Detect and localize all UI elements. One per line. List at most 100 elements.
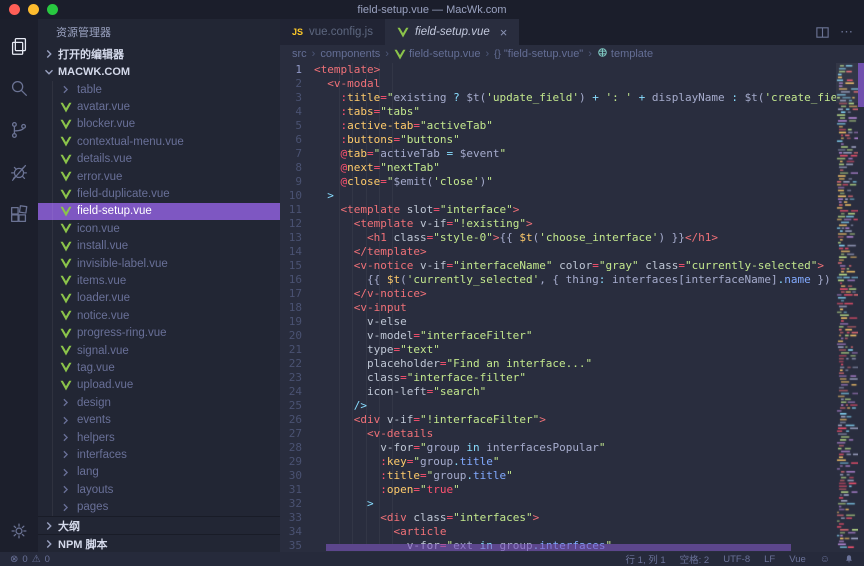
- code-line[interactable]: 8 @next="nextTab": [280, 161, 836, 175]
- problems-indicator[interactable]: ⊗ 0 ⚠ 0: [10, 554, 50, 565]
- code-line[interactable]: 7 @tab="activeTab = $event": [280, 147, 836, 161]
- tree-item-error-vue[interactable]: error.vue: [38, 168, 280, 185]
- code-line[interactable]: 16 {{ $t('currently_selected', { thing: …: [280, 273, 836, 287]
- debug-icon[interactable]: [0, 151, 38, 193]
- code-line[interactable]: 21 type="text": [280, 343, 836, 357]
- extensions-icon[interactable]: [0, 193, 38, 235]
- tree-item-icon-vue[interactable]: icon.vue: [38, 220, 280, 237]
- tree-item-loader-vue[interactable]: loader.vue: [38, 290, 280, 307]
- breadcrumb-item[interactable]: {}"field-setup.vue": [494, 48, 583, 60]
- tree-item-table[interactable]: table: [38, 81, 280, 98]
- tree-item-install-vue[interactable]: install.vue: [38, 238, 280, 255]
- tree-item-blocker-vue[interactable]: blocker.vue: [38, 116, 280, 133]
- line-number: 32: [280, 497, 314, 511]
- tree-item-avatar-vue[interactable]: avatar.vue: [38, 98, 280, 115]
- source-control-icon[interactable]: [0, 109, 38, 151]
- status-indentation[interactable]: 空格: 2: [680, 552, 710, 566]
- code-editor[interactable]: 1<template>2 <v-modal3 :title="existing …: [280, 63, 864, 552]
- chevron-right-icon: [59, 483, 72, 496]
- braces-icon: {}: [494, 49, 501, 60]
- code-line[interactable]: 17 </v-notice>: [280, 287, 836, 301]
- status-cursor-position[interactable]: 行 1, 列 1: [626, 552, 666, 566]
- code-line[interactable]: 28 v-for="group in interfacesPopular": [280, 441, 836, 455]
- tab-field-setup-vue[interactable]: field-setup.vue ×: [385, 19, 519, 45]
- minimap[interactable]: [836, 63, 858, 552]
- breadcrumb-item[interactable]: field-setup.vue: [394, 48, 481, 60]
- code-line[interactable]: 6 :buttons="buttons": [280, 133, 836, 147]
- tree-item-field-setup-vue[interactable]: field-setup.vue: [38, 203, 280, 220]
- explorer-icon[interactable]: [0, 25, 38, 67]
- code-line[interactable]: 32 >: [280, 497, 836, 511]
- status-encoding[interactable]: UTF-8: [723, 554, 750, 565]
- tree-item-tag-vue[interactable]: tag.vue: [38, 359, 280, 376]
- vue-icon: [60, 380, 72, 391]
- code-line[interactable]: 19 v-else: [280, 315, 836, 329]
- error-count: 0: [22, 554, 27, 565]
- tree-item-lang[interactable]: lang: [38, 464, 280, 481]
- tree-item-field-duplicate-vue[interactable]: field-duplicate.vue: [38, 185, 280, 202]
- code-line[interactable]: 11 <template slot="interface">: [280, 203, 836, 217]
- code-line[interactable]: 30 :title="group.title": [280, 469, 836, 483]
- code-line[interactable]: 5 :active-tab="activeTab": [280, 119, 836, 133]
- vertical-scrollbar[interactable]: [858, 63, 864, 107]
- npm-scripts-section[interactable]: NPM 脚本: [38, 534, 280, 552]
- code-line[interactable]: 26 <div v-if="!interfaceFilter">: [280, 413, 836, 427]
- code-line[interactable]: 22 placeholder="Find an interface...": [280, 357, 836, 371]
- code-line[interactable]: 13 <h1 class="style-0">{{ $t('choose_int…: [280, 231, 836, 245]
- code-line[interactable]: 25 />: [280, 399, 836, 413]
- breadcrumb-item[interactable]: components: [320, 48, 380, 60]
- tree-item-interfaces[interactable]: interfaces: [38, 446, 280, 463]
- code-line[interactable]: 9 @close="$emit('close')": [280, 175, 836, 189]
- tree-item-details-vue[interactable]: details.vue: [38, 151, 280, 168]
- tree-item-helpers[interactable]: helpers: [38, 429, 280, 446]
- code-line[interactable]: 14 </template>: [280, 245, 836, 259]
- status-eol[interactable]: LF: [764, 554, 775, 565]
- feedback-smiley-icon[interactable]: ☺: [820, 554, 830, 565]
- code-line[interactable]: 27 <v-details: [280, 427, 836, 441]
- outline-section[interactable]: 大纲: [38, 516, 280, 534]
- code-line[interactable]: 4 :tabs="tabs": [280, 105, 836, 119]
- code-line[interactable]: 20 v-model="interfaceFilter": [280, 329, 836, 343]
- tree-item-pages[interactable]: pages: [38, 498, 280, 515]
- code-line[interactable]: 12 <template v-if="!existing">: [280, 217, 836, 231]
- code-line[interactable]: 3 :title="existing ? $t('update_field') …: [280, 91, 836, 105]
- tree-item-upload-vue[interactable]: upload.vue: [38, 377, 280, 394]
- code-line[interactable]: 23 class="interface-filter": [280, 371, 836, 385]
- code-line[interactable]: 10 >: [280, 189, 836, 203]
- tree-item-contextual-menu-vue[interactable]: contextual-menu.vue: [38, 133, 280, 150]
- status-language-mode[interactable]: Vue: [789, 554, 806, 565]
- code-line[interactable]: 31 :open="true": [280, 483, 836, 497]
- tree-item-items-vue[interactable]: items.vue: [38, 272, 280, 289]
- folder-chevron-icon: [58, 413, 73, 427]
- tree-item-layouts[interactable]: layouts: [38, 481, 280, 498]
- code-line[interactable]: 18 <v-input: [280, 301, 836, 315]
- settings-gear-icon[interactable]: [0, 510, 38, 552]
- code-line[interactable]: 34 <article: [280, 525, 836, 539]
- more-actions-icon[interactable]: ⋯: [840, 24, 854, 40]
- horizontal-scrollbar[interactable]: [326, 544, 791, 551]
- code-line[interactable]: 15 <v-notice v-if="interfaceName" color=…: [280, 259, 836, 273]
- breadcrumb-item[interactable]: template: [597, 47, 653, 61]
- notifications-bell-icon[interactable]: [844, 554, 854, 564]
- code-line[interactable]: 29 :key="group.title": [280, 455, 836, 469]
- tree-item-events[interactable]: events: [38, 411, 280, 428]
- close-tab-icon[interactable]: ×: [500, 25, 508, 40]
- error-icon: ⊗: [10, 554, 18, 565]
- search-icon[interactable]: [0, 67, 38, 109]
- tree-item-invisible-label-vue[interactable]: invisible-label.vue: [38, 255, 280, 272]
- code-line[interactable]: 1<template>: [280, 63, 836, 77]
- code-line[interactable]: 2 <v-modal: [280, 77, 836, 91]
- vue-icon: [397, 27, 409, 38]
- tab-vue-config-js[interactable]: JSvue.config.js: [280, 19, 385, 45]
- tree-item-progress-ring-vue[interactable]: progress-ring.vue: [38, 324, 280, 341]
- workspace-section[interactable]: MACWK.COM: [38, 63, 280, 81]
- tree-item-signal-vue[interactable]: signal.vue: [38, 342, 280, 359]
- tree-item-notice-vue[interactable]: notice.vue: [38, 307, 280, 324]
- open-editors-section[interactable]: 打开的编辑器: [38, 45, 280, 63]
- split-editor-icon[interactable]: [815, 25, 830, 40]
- tree-item-design[interactable]: design: [38, 394, 280, 411]
- code-line[interactable]: 24 icon-left="search": [280, 385, 836, 399]
- breadcrumb-item[interactable]: src: [292, 48, 307, 60]
- tab-label: field-setup.vue: [415, 26, 490, 38]
- code-line[interactable]: 33 <div class="interfaces">: [280, 511, 836, 525]
